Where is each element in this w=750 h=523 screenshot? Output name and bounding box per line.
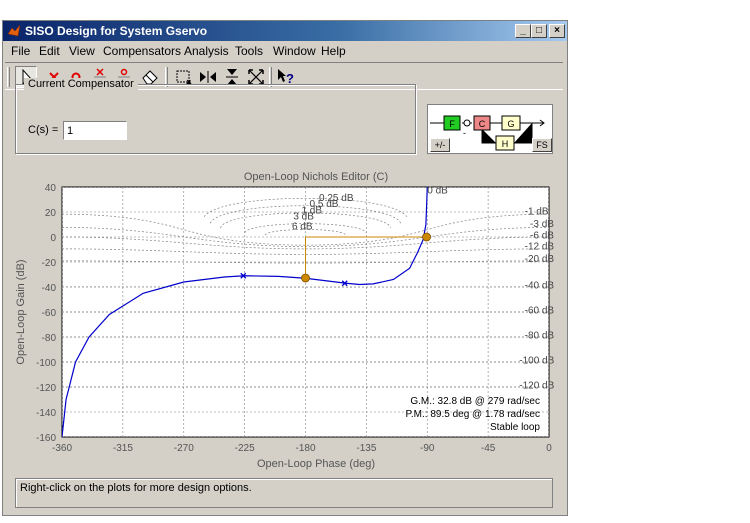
x-tick-label: -45: [481, 443, 496, 454]
contour-label: -3 dB: [530, 219, 554, 230]
y-tick-label: 0: [50, 233, 56, 244]
gain-margin-text: G.M.: 32.8 dB @ 279 rad/sec: [410, 396, 540, 407]
contour-label: 6 dB: [292, 222, 313, 233]
contour-label: -1 dB: [525, 207, 549, 218]
x-axis-label: Open-Loop Phase (deg): [257, 458, 375, 470]
y-tick-label: -160: [36, 433, 56, 444]
phase-margin-text: P.M.: 89.5 deg @ 1.78 rad/sec: [406, 409, 541, 420]
y-tick-label: -40: [42, 283, 57, 294]
contour-label: -100 dB: [519, 355, 554, 366]
y-axis-label: Open-Loop Gain (dB): [15, 259, 27, 364]
y-tick-label: 20: [45, 208, 57, 219]
x-tick-label: 0: [546, 443, 552, 454]
x-tick-label: -90: [420, 443, 435, 454]
margin-marker: [422, 232, 431, 242]
x-tick-label: -360: [52, 443, 72, 454]
contour-label: -12 dB: [525, 242, 555, 253]
y-tick-label: 40: [45, 183, 57, 194]
contour-label: -60 dB: [525, 305, 555, 316]
y-tick-label: -80: [42, 333, 57, 344]
status-text: Right-click on the plots for more design…: [20, 482, 252, 494]
x-tick-label: -180: [295, 443, 315, 454]
stability-text: Stable loop: [490, 422, 540, 433]
margin-marker: [301, 273, 310, 283]
y-tick-label: -20: [42, 258, 57, 269]
y-tick-label: -60: [42, 308, 57, 319]
x-tick-label: -135: [356, 443, 376, 454]
contour-label: -20 dB: [525, 254, 555, 265]
y-tick-label: -100: [36, 358, 56, 369]
x-tick-label: -315: [113, 443, 133, 454]
contour-label: -120 dB: [519, 380, 554, 391]
contour-label: -40 dB: [525, 280, 555, 291]
x-tick-label: -225: [235, 443, 255, 454]
contour-label: 0 dB: [427, 185, 448, 196]
nichols-plot[interactable]: -360 -315 -270 -225 -180 -135 -90 -45 0 40 20 0 -20 -…: [0, 0, 750, 523]
y-tick-label: -120: [36, 383, 56, 394]
contour-label: -6 dB: [530, 230, 554, 241]
y-tick-label: -140: [36, 408, 56, 419]
x-tick-label: -270: [174, 443, 194, 454]
contour-label: -80 dB: [525, 330, 555, 341]
plot-title: Open-Loop Nichols Editor (C): [244, 171, 388, 183]
